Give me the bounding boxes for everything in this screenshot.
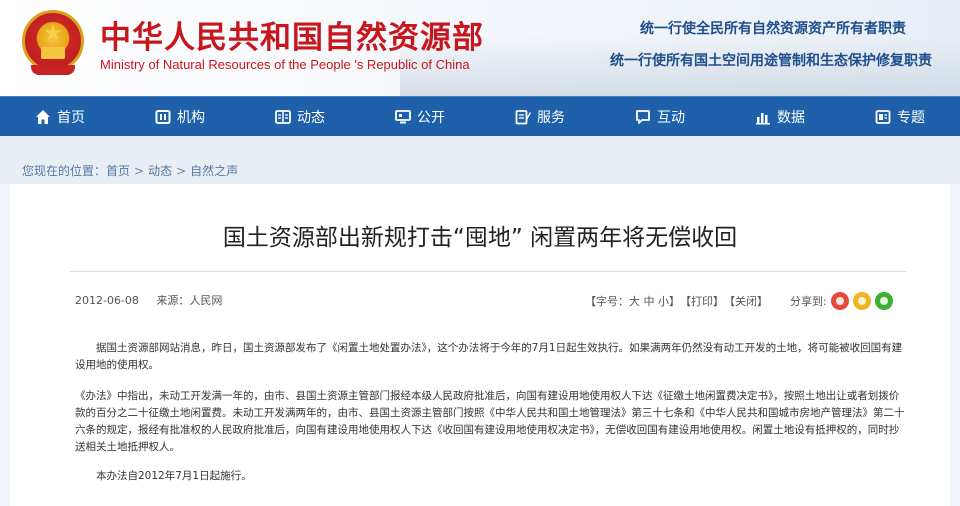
weibo-share-icon[interactable] <box>830 292 849 310</box>
nav-item-public[interactable]: 公开 <box>360 97 480 137</box>
breadcrumb-link-nature[interactable]: 自然之声 <box>190 164 238 178</box>
breadcrumb: 您现在的位置：首页 > 动态 > 自然之声 <box>22 162 238 179</box>
nav-item-home[interactable]: 首页 <box>0 97 120 137</box>
nav-label-public: 公开 <box>417 110 445 126</box>
nav-label-home: 首页 <box>57 110 85 126</box>
main-nav: 首页 机构 动态 公开 服务 互动 数据 专题 <box>0 96 960 136</box>
font-size-close: 】 <box>669 295 680 308</box>
edit-icon <box>515 109 531 125</box>
article-date: 2012-06-08 <box>75 294 139 307</box>
nav-item-institution[interactable]: 机构 <box>120 97 240 137</box>
breadcrumb-prefix: 您现在的位置： <box>22 164 107 178</box>
chat-icon <box>635 109 651 125</box>
nav-label-institution: 机构 <box>177 110 205 126</box>
font-size-label: 【字号： <box>585 295 629 308</box>
national-emblem-icon[interactable]: ★ <box>22 10 84 75</box>
nav-label-topic: 专题 <box>897 110 925 126</box>
font-size-large-link[interactable]: 大 <box>629 293 640 309</box>
breadcrumb-separator: > <box>134 164 145 178</box>
print-link[interactable]: 【打印】 <box>680 293 724 309</box>
nav-item-data[interactable]: 数据 <box>720 97 840 137</box>
topic-icon <box>875 109 891 125</box>
article-source: 来源：人民网 <box>156 294 223 307</box>
nav-label-news: 动态 <box>297 110 325 126</box>
site-title-en: Ministry of Natural Resources of the Peo… <box>100 57 470 72</box>
nav-item-news[interactable]: 动态 <box>240 97 360 137</box>
monitor-icon <box>395 109 411 125</box>
breadcrumb-link-home[interactable]: 首页 <box>106 164 130 178</box>
home-icon <box>35 109 51 125</box>
institution-icon <box>155 109 171 125</box>
font-size-medium-link[interactable]: 中 <box>644 293 655 309</box>
qzone-share-icon[interactable] <box>852 292 871 310</box>
wechat-share-icon[interactable] <box>874 292 893 310</box>
breadcrumb-link-news[interactable]: 动态 <box>148 164 172 178</box>
article-meta: 2012-06-08 来源：人民网 <box>75 292 222 308</box>
nav-label-service: 服务 <box>537 110 565 126</box>
article-tools: 【字号： 大 中 小】 【打印】 【关闭】 分享到: <box>585 292 893 310</box>
close-link[interactable]: 【关闭】 <box>724 293 768 309</box>
nav-label-data: 数据 <box>777 110 805 126</box>
share-label: 分享到: <box>790 295 827 308</box>
nav-label-interact: 互动 <box>657 110 685 126</box>
nav-item-topic[interactable]: 专题 <box>840 97 960 137</box>
title-divider <box>70 271 906 272</box>
article-paragraph: 《办法》中指出，未动工开发满一年的，由市、县国土资源主管部门报经本级人民政府批准… <box>75 390 905 453</box>
bar-chart-icon <box>755 109 771 125</box>
nav-item-interact[interactable]: 互动 <box>600 97 720 137</box>
breadcrumb-separator: > <box>176 164 187 178</box>
article-title: 国土资源部出新规打击“囤地” 闲置两年将无偿收回 <box>222 225 738 251</box>
site-header: ★ 中华人民共和国自然资源部 Ministry of Natural Resou… <box>0 0 960 96</box>
slogan-line-1: 统一行使全民所有自然资源资产所有者职责 <box>640 21 906 37</box>
slogan-line-2: 统一行使所有国土空间用途管制和生态保护修复职责 <box>610 53 932 69</box>
nav-item-service[interactable]: 服务 <box>480 97 600 137</box>
font-size-small-link[interactable]: 小 <box>658 293 669 309</box>
news-icon <box>275 109 291 125</box>
article-paragraph: 据国土资源部网站消息，昨日，国土资源部发布了《闲置土地处置办法》，这个办法将于今… <box>75 342 903 371</box>
site-title-cn[interactable]: 中华人民共和国自然资源部 <box>100 12 484 57</box>
article-paragraph: 本办法自2012年7月1日起施行。 <box>96 470 252 482</box>
